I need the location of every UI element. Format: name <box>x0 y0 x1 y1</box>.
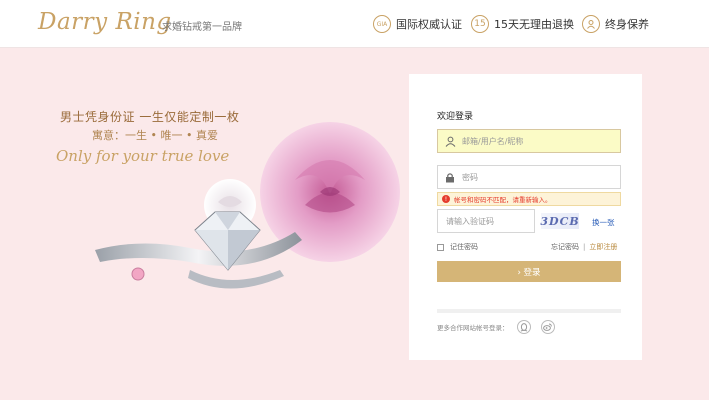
password-input[interactable] <box>462 172 612 182</box>
social-login: 更多合作网站帐号登录： <box>437 320 565 334</box>
user-icon <box>438 130 462 152</box>
error-icon: ! <box>442 195 450 203</box>
refresh-captcha-link[interactable]: 换一张 <box>592 217 615 228</box>
remember-checkbox[interactable] <box>437 243 444 251</box>
error-message-box: ! 帐号和密码不匹配，请重新输入。 <box>437 192 621 206</box>
login-panel: 欢迎登录 ! 帐号和密码不匹配，请重新输入。 3DCB 换一张 记住密码 忘记密… <box>409 74 642 360</box>
account-links: 忘记密码 | 立即注册 <box>551 242 617 252</box>
brand-logo[interactable]: Darry Ring <box>38 9 172 35</box>
gia-icon: GIA <box>373 15 391 33</box>
top-header: Darry Ring 求婚钻戒第一品牌 GIA 国际权威认证 15 15天无理由… <box>0 0 709 48</box>
15-days-icon: 15 <box>471 15 489 33</box>
weibo-icon[interactable] <box>540 320 555 334</box>
captcha-field[interactable] <box>437 209 535 233</box>
error-message: 帐号和密码不匹配，请重新输入。 <box>454 196 552 204</box>
feature-care: 终身保养 <box>582 14 649 34</box>
lifetime-care-icon <box>582 15 600 33</box>
brand-tagline: 求婚钻戒第一品牌 <box>162 22 242 33</box>
remember-password[interactable]: 记住密码 <box>437 242 478 252</box>
remember-label: 记住密码 <box>450 243 478 251</box>
password-field[interactable] <box>437 165 621 189</box>
login-title: 欢迎登录 <box>437 112 474 122</box>
lock-icon <box>438 166 462 188</box>
divider <box>437 309 621 313</box>
login-button[interactable]: › 登录 <box>437 261 621 282</box>
feature-gia: GIA 国际权威认证 <box>373 14 462 34</box>
link-separator: | <box>583 243 586 251</box>
ring-and-rose-image <box>95 122 400 289</box>
captcha-image[interactable]: 3DCB <box>540 213 579 229</box>
feature-return: 15 15天无理由退换 <box>471 14 574 34</box>
feature-label: 15天无理由退换 <box>494 18 574 31</box>
forgot-password-link[interactable]: 忘记密码 <box>551 242 579 252</box>
register-link[interactable]: 立即注册 <box>589 242 617 252</box>
captcha-input[interactable] <box>446 216 531 226</box>
qq-icon[interactable] <box>516 320 531 334</box>
feature-label: 国际权威认证 <box>396 18 462 31</box>
username-field[interactable] <box>437 129 621 153</box>
feature-label: 终身保养 <box>605 18 649 31</box>
username-input[interactable] <box>462 136 612 146</box>
social-login-label: 更多合作网站帐号登录： <box>437 324 509 332</box>
